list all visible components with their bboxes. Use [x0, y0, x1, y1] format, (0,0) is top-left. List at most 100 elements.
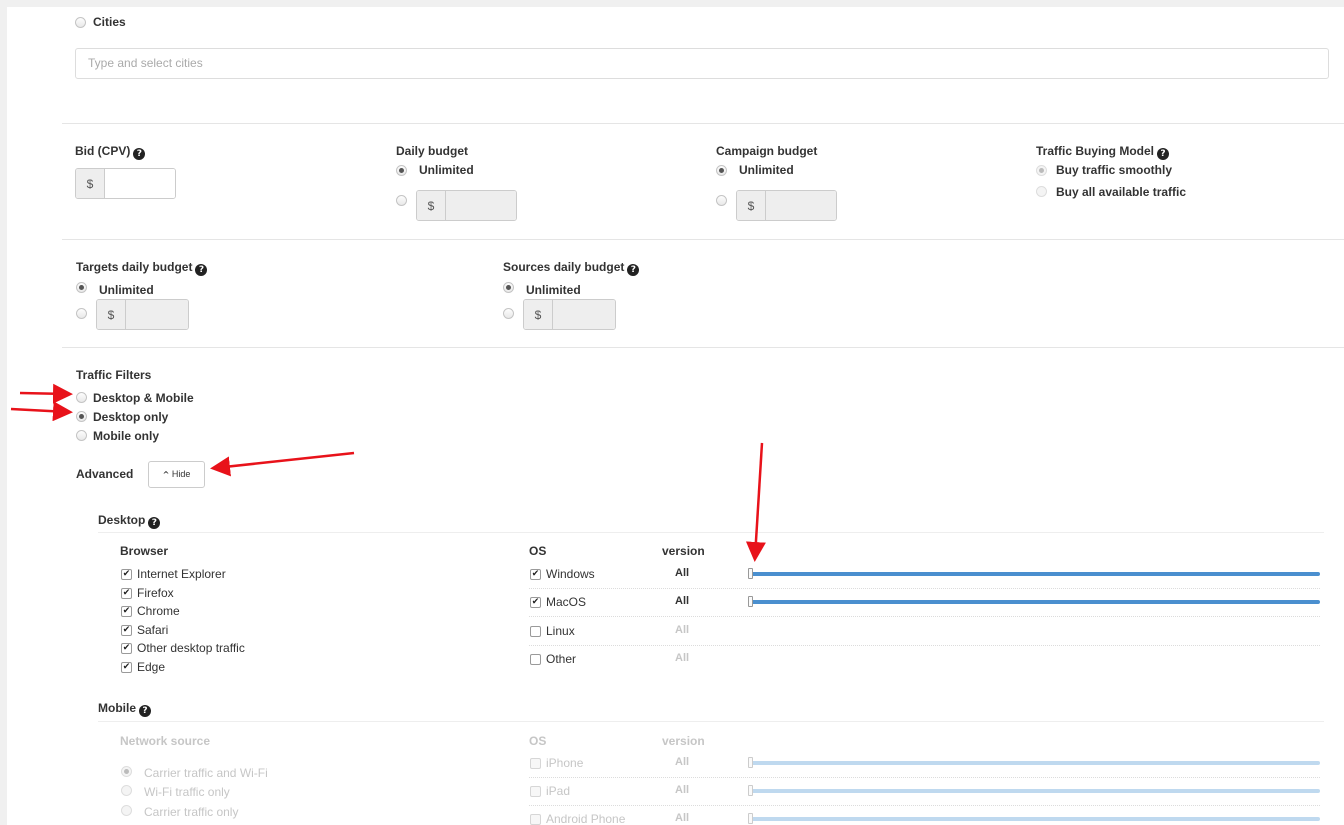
sources-budget-input-group[interactable]: $ [523, 299, 616, 330]
row-separator [529, 645, 1320, 646]
cities-radio[interactable] [75, 17, 86, 28]
checkbox-android-phone[interactable] [530, 814, 541, 825]
version-value: All [675, 595, 690, 607]
slider-handle[interactable] [748, 596, 753, 607]
buy-smoothly-label: Buy traffic smoothly [1056, 163, 1173, 177]
help-icon[interactable]: ? [133, 148, 146, 160]
buy-all-radio[interactable] [1036, 186, 1047, 197]
help-icon[interactable]: ? [148, 517, 161, 529]
checkbox-ipad[interactable] [530, 786, 541, 797]
wifi-only-radio[interactable] [121, 785, 132, 796]
bid-label: Bid (CPV)? [75, 144, 146, 160]
checkbox-firefox[interactable]: ✔ [121, 588, 132, 599]
currency-addon: $ [737, 191, 766, 220]
sources-unlimited-label: Unlimited [526, 283, 581, 297]
carrier-only-radio[interactable] [121, 805, 132, 816]
buy-smoothly-radio[interactable] [1036, 165, 1047, 176]
sources-unlimited-radio[interactable] [503, 282, 514, 293]
version-range-slider[interactable] [750, 600, 1320, 604]
targets-budget-text: Targets daily budget [76, 260, 193, 274]
checkbox-other-desktop[interactable]: ✔ [121, 643, 132, 654]
checkbox-safari[interactable]: ✔ [121, 625, 132, 636]
checkbox-iphone[interactable] [530, 758, 541, 769]
currency-addon: $ [417, 191, 446, 220]
browser-label: Other desktop traffic [137, 641, 245, 655]
sources-budget-input[interactable] [553, 300, 615, 329]
version-range-slider[interactable] [750, 572, 1320, 576]
row-separator [529, 616, 1320, 617]
divider [62, 239, 1344, 240]
checkbox-internet-explorer[interactable]: ✔ [121, 569, 132, 580]
bid-input[interactable] [105, 169, 175, 198]
daily-budget-input[interactable] [446, 191, 516, 220]
targets-unlimited-label: Unlimited [99, 283, 154, 297]
sources-budget-text: Sources daily budget [503, 260, 625, 274]
daily-budget-unlimited-radio[interactable] [396, 165, 407, 176]
os-header: OS [529, 544, 547, 558]
campaign-budget-unlimited-label: Unlimited [739, 163, 794, 177]
desktop-mobile-label: Desktop & Mobile [93, 391, 194, 405]
cities-input[interactable]: Type and select cities [75, 48, 1329, 79]
carrier-wifi-radio[interactable] [121, 766, 132, 777]
mobile-only-label: Mobile only [93, 429, 159, 443]
mobile-os-label: iPhone [546, 756, 584, 770]
mobile-os-label: Android Phone [546, 812, 626, 825]
slider-handle[interactable] [748, 813, 753, 824]
browser-label: Edge [137, 660, 166, 674]
targets-budget-input-group[interactable]: $ [96, 299, 189, 330]
row-separator [529, 588, 1320, 589]
checkbox-edge[interactable]: ✔ [121, 662, 132, 673]
checkbox-windows[interactable]: ✔ [530, 569, 541, 580]
help-icon[interactable]: ? [195, 264, 208, 276]
sources-custom-radio[interactable] [503, 308, 514, 319]
targets-unlimited-radio[interactable] [76, 282, 87, 293]
sources-budget-label: Sources daily budget? [503, 260, 640, 276]
checkbox-macos[interactable]: ✔ [530, 597, 541, 608]
browser-header: Browser [120, 544, 169, 558]
campaign-budget-input[interactable] [766, 191, 836, 220]
help-icon[interactable]: ? [627, 264, 640, 276]
desktop-mobile-radio[interactable] [76, 392, 87, 403]
version-range-slider[interactable] [750, 761, 1320, 765]
divider [98, 532, 1324, 533]
campaign-budget-unlimited-radio[interactable] [716, 165, 727, 176]
version-range-slider[interactable] [750, 817, 1320, 821]
mobile-version-header: version [662, 734, 705, 748]
checkbox-other-os[interactable] [530, 654, 541, 665]
currency-addon: $ [97, 300, 126, 329]
browser-label: Chrome [137, 604, 180, 618]
version-value: All [675, 784, 690, 796]
version-value: All [675, 567, 690, 579]
hide-advanced-button[interactable]: ^ Hide [148, 461, 205, 488]
help-icon[interactable]: ? [139, 705, 151, 717]
version-range-slider[interactable] [750, 789, 1320, 793]
slider-handle[interactable] [748, 757, 753, 768]
network-source-header: Network source [120, 734, 211, 748]
bid-input-group[interactable]: $ [75, 168, 176, 199]
version-value: All [675, 756, 690, 768]
campaign-budget-custom-radio[interactable] [716, 195, 727, 206]
checkbox-chrome[interactable]: ✔ [121, 606, 132, 617]
browser-label: Safari [137, 623, 169, 637]
traffic-buying-model-text: Traffic Buying Model [1036, 144, 1155, 158]
browser-label: Firefox [137, 586, 174, 600]
network-option-label: Carrier traffic and Wi-Fi [144, 766, 268, 780]
currency-addon: $ [524, 300, 553, 329]
mobile-only-radio[interactable] [76, 430, 87, 441]
cities-label: Cities [93, 15, 126, 29]
mobile-title-text: Mobile [98, 701, 136, 715]
slider-handle[interactable] [748, 568, 753, 579]
traffic-filters-label: Traffic Filters [76, 368, 152, 382]
slider-handle[interactable] [748, 785, 753, 796]
targets-custom-radio[interactable] [76, 308, 87, 319]
help-icon[interactable]: ? [1157, 148, 1170, 160]
campaign-budget-input-group[interactable]: $ [736, 190, 837, 221]
os-label: Linux [546, 624, 575, 638]
desktop-title: Desktop? [98, 513, 161, 529]
desktop-only-radio[interactable] [76, 411, 87, 422]
targets-budget-input[interactable] [126, 300, 188, 329]
daily-budget-custom-radio[interactable] [396, 195, 407, 206]
checkbox-linux[interactable] [530, 626, 541, 637]
daily-budget-input-group[interactable]: $ [416, 190, 517, 221]
mobile-os-label: iPad [546, 784, 571, 798]
